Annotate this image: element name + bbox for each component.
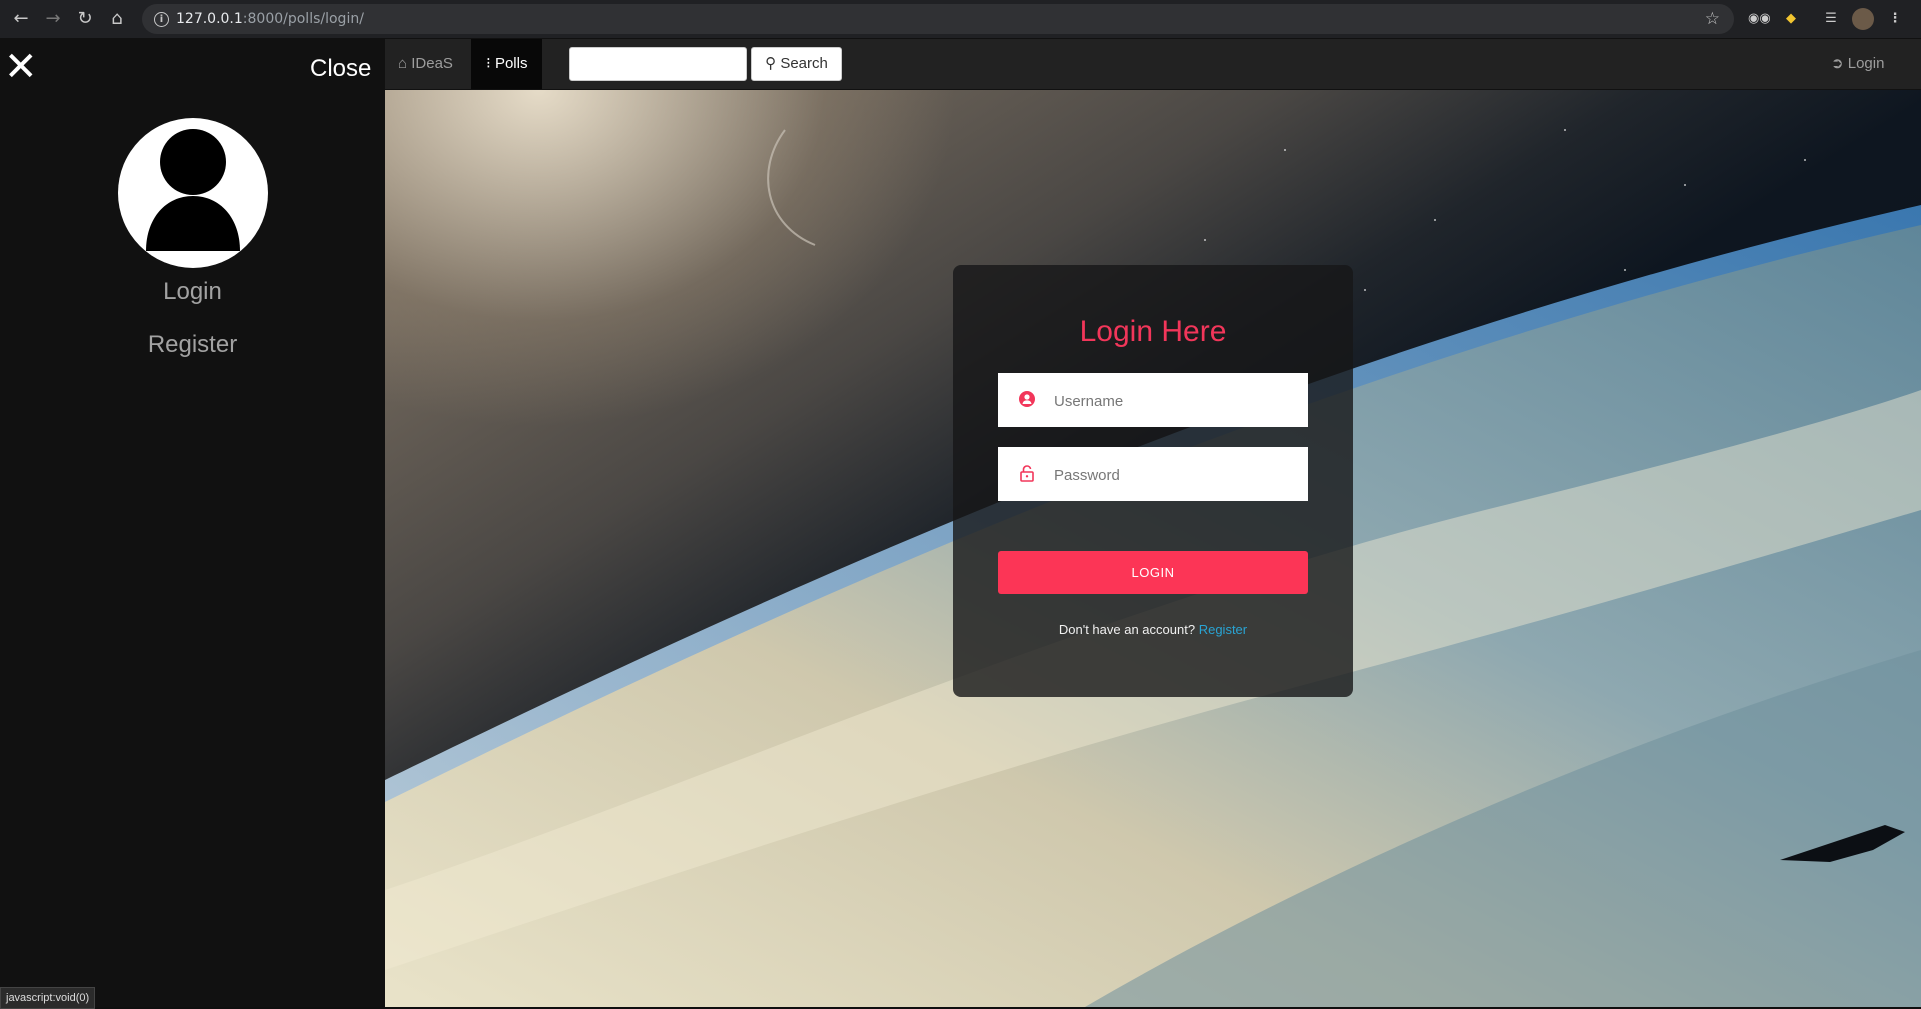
sidebar-link-register[interactable]: Register [0,331,385,359]
side-drawer: ✕ Close Login Register [0,39,385,1007]
url-text: 127.0.0.1:8000/polls/login/ [176,4,364,34]
status-bar-tooltip: javascript:void(0) [0,987,96,1009]
search-button[interactable]: ⚲ Search [751,47,842,81]
url-host: 127.0.0.1 [176,11,243,27]
signup-prompt-text: Don't have an account? [1058,622,1196,637]
login-card: Login Here LOGIN Don't have an account? … [953,265,1353,697]
home-icon: ⌂ [398,55,408,72]
browser-menu-icon[interactable]: ⋮ [1884,8,1906,30]
search-icon: ⚲ [765,55,777,72]
close-button[interactable]: Close [310,55,371,83]
home-icon[interactable]: ⌂ [104,6,130,32]
browser-toolbar: ← → ↻ ⌂ i 127.0.0.1:8000/polls/login/ ☆ … [0,0,1921,39]
user-avatar-icon [118,118,268,268]
reload-icon[interactable]: ↻ [72,6,98,32]
search-button-label: Search [780,55,828,72]
nav-polls-label: Polls [494,55,528,72]
extension-python-icon[interactable]: ◆ [1780,8,1802,30]
username-field[interactable] [998,373,1308,429]
login-icon: ➲ [1831,55,1844,72]
password-field[interactable] [998,447,1308,503]
unlock-icon [1020,465,1034,482]
login-submit-button[interactable]: LOGIN [998,551,1308,594]
register-link[interactable]: Register [1199,622,1247,637]
site-info-icon[interactable]: i [154,12,169,27]
nav-login-label: Login [1847,55,1885,72]
reading-list-icon[interactable]: ☰ [1820,8,1842,30]
top-navbar: ⌂ IDeaS ⁝ Polls ⚲ Search ➲ Login [385,39,1921,90]
user-circle-icon [1019,391,1035,407]
profile-avatar-icon[interactable] [1852,8,1874,30]
extension-glasses-icon[interactable]: ◉◉ [1748,8,1771,30]
back-arrow-icon[interactable]: ← [8,6,34,32]
sidebar-link-login[interactable]: Login [0,278,385,306]
nav-login-link[interactable]: ➲ Login [1831,39,1884,89]
nav-brand-link[interactable]: ⌂ IDeaS [385,39,466,89]
nav-polls-link[interactable]: ⁝ Polls [471,39,543,89]
polls-icon: ⁝ [486,55,491,72]
url-path: :8000/polls/login/ [242,11,364,27]
search-input[interactable] [569,47,747,81]
username-input[interactable] [1052,373,1296,429]
login-title: Login Here [1079,315,1227,348]
nav-brand-label: IDeaS [411,55,453,72]
password-input[interactable] [1052,447,1296,503]
address-bar[interactable]: i 127.0.0.1:8000/polls/login/ ☆ [142,4,1734,34]
signup-prompt: Don't have an account? Register [953,622,1353,637]
close-icon[interactable]: ✕ [4,47,38,87]
bookmark-star-icon[interactable]: ☆ [1705,4,1720,34]
forward-arrow-icon[interactable]: → [40,6,66,32]
